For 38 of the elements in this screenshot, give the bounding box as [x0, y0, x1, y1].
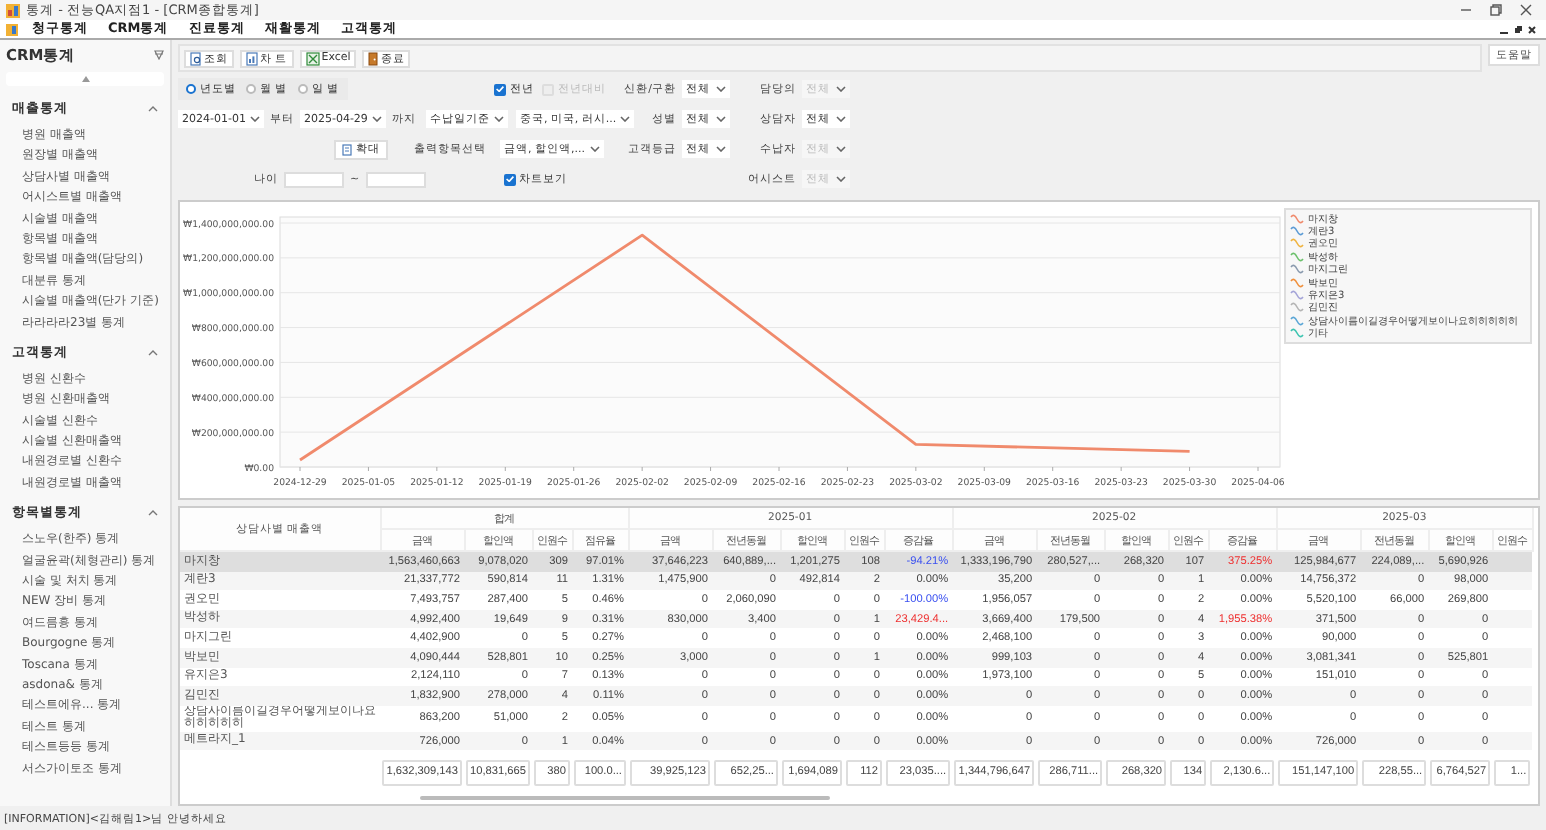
checkbox[interactable] [503, 173, 516, 185]
input-field[interactable] [284, 171, 344, 187]
checkmark-icon [496, 86, 504, 92]
up-arrow-icon [81, 76, 89, 82]
app-icon [6, 3, 20, 17]
radio-button[interactable] [297, 84, 308, 94]
radio-button[interactable] [246, 84, 256, 94]
chart-icon [246, 51, 258, 65]
caret-icon [493, 116, 504, 122]
scroll-up-button[interactable] [6, 72, 164, 86]
chevron-icon [148, 106, 158, 112]
caret-icon [836, 116, 846, 122]
caret-icon [620, 116, 631, 122]
radio-button[interactable] [186, 84, 196, 94]
caret-icon [836, 86, 846, 92]
input-field[interactable] [365, 171, 426, 187]
caret-icon [589, 146, 599, 152]
caret-icon [836, 176, 846, 182]
chevron-icon [148, 510, 158, 517]
minimize-icon [1460, 4, 1472, 16]
checkbox[interactable] [494, 83, 506, 95]
app-icon [6, 23, 18, 35]
checkmark-icon [505, 176, 514, 182]
restore-icon [1514, 25, 1522, 33]
search-icon [190, 51, 202, 65]
caret-icon [371, 116, 382, 122]
close-icon [1520, 4, 1532, 16]
caret-icon [716, 146, 726, 152]
caret-icon [836, 146, 846, 152]
spreadsheet-icon [305, 51, 320, 65]
chevron-icon [148, 349, 158, 356]
document-icon [342, 143, 352, 155]
restore-icon [1490, 4, 1502, 16]
caret-icon [716, 86, 726, 92]
caret-icon [249, 116, 260, 122]
close-icon [1528, 25, 1536, 33]
door-icon [368, 51, 379, 65]
caret-icon [716, 116, 726, 122]
